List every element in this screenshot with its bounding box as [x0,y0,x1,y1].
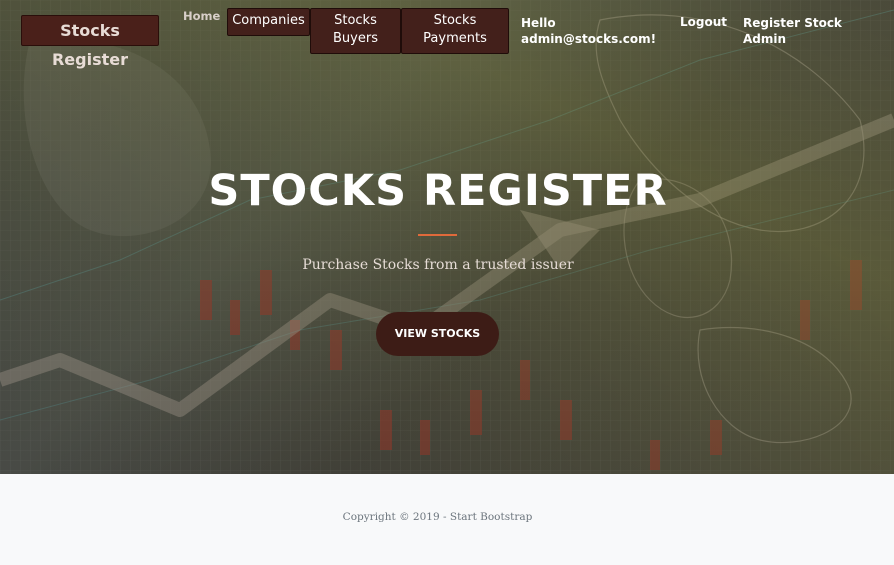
nav-buyers-label-line2: Buyers [333,31,378,46]
nav-companies-label: Companies [232,13,305,28]
register-admin-link[interactable]: Register Stock Admin [743,15,842,47]
hero-divider [418,234,457,236]
footer-copyright: Copyright © 2019 - Start Bootstrap [342,511,533,523]
nav-payments-label-line2: Payments [423,31,487,46]
nav-stocks-payments-button[interactable]: Stocks Payments [401,8,509,54]
register-line2: Admin [743,32,787,46]
hero-title: STOCKS REGISTER [208,166,668,216]
nav-home-link[interactable]: Home [183,9,220,23]
brand-logo[interactable]: Stocks Register [21,15,159,69]
register-line1: Register Stock [743,16,842,30]
hero-subtitle: Purchase Stocks from a trusted issuer [302,257,574,273]
nav-buyers-label-line1: Stocks [334,13,377,28]
footer: Copyright © 2019 - Start Bootstrap [0,474,894,565]
greeting-line1: Hello [521,16,556,30]
nav-payments-label-line1: Stocks [433,13,477,28]
hero-overlay [0,0,894,474]
view-stocks-button[interactable]: VIEW STOCKS [376,312,499,356]
nav-companies-button[interactable]: Companies [227,8,310,36]
hero-section: Stocks Register Home Companies Stocks Bu… [0,0,894,474]
logout-link[interactable]: Logout [680,15,727,29]
greeting-email: admin@stocks.com! [521,32,657,46]
nav-stocks-buyers-button[interactable]: Stocks Buyers [310,8,401,54]
user-greeting: Hello admin@stocks.com! [521,15,656,47]
